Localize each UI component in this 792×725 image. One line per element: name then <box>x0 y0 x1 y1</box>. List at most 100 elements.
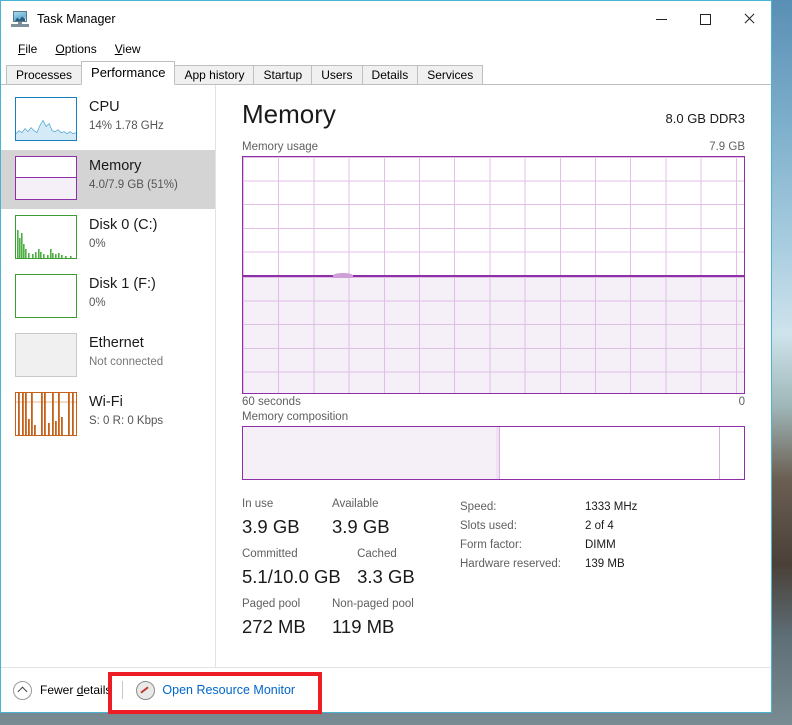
stat-in-use-label: In use <box>242 498 274 510</box>
sidebar-item-memory-sub: 4.0/7.9 GB (51%) <box>89 179 178 191</box>
title-bar: Task Manager <box>1 1 771 37</box>
minimize-icon <box>655 18 667 20</box>
memory-composition-bar[interactable] <box>242 426 745 480</box>
tab-startup[interactable]: Startup <box>253 65 313 84</box>
stat-row-committed-cached: Committed 5.1/10.0 GB Cached 3.3 GB <box>242 546 442 596</box>
stat-committed-value: 5.1/10.0 GB <box>242 566 341 587</box>
stat-row-inuse-available: In use 3.9 GB Available 3.9 GB <box>242 496 442 546</box>
chevron-up-icon[interactable] <box>13 680 32 700</box>
sidebar-item-cpu[interactable]: CPU 14% 1.78 GHz <box>1 91 215 150</box>
axis-label-left: 60 seconds <box>242 396 301 408</box>
window-title: Task Manager <box>37 12 116 26</box>
resource-sidebar: CPU 14% 1.78 GHz Memory 4.0/7.9 GB (51%) <box>1 85 216 667</box>
memory-stats: In use 3.9 GB Available 3.9 GB Committed… <box>242 496 745 646</box>
memory-hardware-info: Speed: 1333 MHz Slots used: 2 of 4 Form … <box>460 496 637 646</box>
sidebar-item-disk1[interactable]: Disk 1 (F:) 0% <box>1 268 215 327</box>
axis-label-right: 0 <box>738 396 745 408</box>
memory-detail-pane: Memory 8.0 GB DDR3 Memory usage 7.9 GB 6… <box>216 85 771 667</box>
stat-available-value: 3.9 GB <box>332 516 390 537</box>
sidebar-item-wifi[interactable]: Wi-Fi S: 0 R: 0 Kbps <box>1 386 215 445</box>
stat-committed: Committed 5.1/10.0 GB <box>242 546 357 596</box>
stat-available-label: Available <box>332 498 379 510</box>
sidebar-item-wifi-text: Wi-Fi S: 0 R: 0 Kbps <box>89 392 163 429</box>
memory-composition-label: Memory composition <box>242 411 349 423</box>
tab-processes[interactable]: Processes <box>6 65 83 84</box>
info-form-factor-label: Form factor: <box>460 539 522 551</box>
fewer-details-button[interactable]: Fewer details <box>40 683 111 697</box>
info-hardware-reserved-value: 139 MB <box>585 558 625 570</box>
stat-paged-pool-label: Paged pool <box>242 598 301 610</box>
sidebar-item-memory[interactable]: Memory 4.0/7.9 GB (51%) <box>1 150 215 209</box>
info-row-hardware-reserved: Hardware reserved: 139 MB <box>460 555 637 574</box>
sidebar-item-ethernet-title: Ethernet <box>89 335 144 351</box>
info-speed-label: Speed: <box>460 501 497 513</box>
disk0-sparkline-icon <box>15 215 77 259</box>
tab-services[interactable]: Services <box>417 65 484 84</box>
info-slots-label: Slots used: <box>460 520 517 532</box>
page-title: Memory <box>242 99 336 129</box>
composition-segment-free <box>719 427 744 479</box>
sidebar-item-ethernet-text: Ethernet Not connected <box>89 333 163 370</box>
cpu-sparkline-icon <box>15 97 77 141</box>
stat-committed-label: Committed <box>242 548 298 560</box>
stat-non-paged-pool: Non-paged pool 119 MB <box>332 596 422 646</box>
memory-header: Memory 8.0 GB DDR3 <box>242 97 745 131</box>
resource-monitor-icon <box>136 680 156 700</box>
memory-usage-area <box>243 273 744 393</box>
stat-cached-value: 3.3 GB <box>357 566 415 587</box>
sidebar-item-disk1-title: Disk 1 (F:) <box>89 276 156 292</box>
memory-stats-left: In use 3.9 GB Available 3.9 GB Committed… <box>242 496 442 646</box>
tab-app-history[interactable]: App history <box>174 65 255 84</box>
menu-item-file[interactable]: File <box>9 40 46 58</box>
sidebar-item-disk0-title: Disk 0 (C:) <box>89 217 158 233</box>
info-slots-value: 2 of 4 <box>585 520 614 532</box>
info-form-factor-value: DIMM <box>585 539 616 551</box>
sidebar-item-disk0[interactable]: Disk 0 (C:) 0% <box>1 209 215 268</box>
sidebar-item-disk1-sub: 0% <box>89 297 106 309</box>
memory-usage-max: 7.9 GB <box>709 141 745 153</box>
close-icon <box>743 13 755 25</box>
minimize-button[interactable] <box>639 1 683 37</box>
close-button[interactable] <box>727 1 771 37</box>
stat-non-paged-pool-value: 119 MB <box>332 616 395 637</box>
window-controls <box>639 1 771 37</box>
sidebar-item-memory-text: Memory 4.0/7.9 GB (51%) <box>89 156 178 193</box>
hardware-summary: 8.0 GB DDR3 <box>665 111 745 126</box>
taskmanager-monitor-icon <box>11 10 29 28</box>
tab-details[interactable]: Details <box>361 65 419 84</box>
graph-axis-labels: 60 seconds 0 <box>242 396 745 408</box>
menu-item-options[interactable]: Options <box>46 40 105 58</box>
tab-users[interactable]: Users <box>311 65 363 84</box>
wifi-sparkline-icon <box>15 392 77 436</box>
memory-usage-graph <box>242 156 745 394</box>
stat-paged-pool-value: 272 MB <box>242 616 306 637</box>
sidebar-item-disk0-sub: 0% <box>89 238 106 250</box>
sidebar-item-cpu-sub: 14% 1.78 GHz <box>89 120 164 132</box>
sidebar-item-ethernet-sub: Not connected <box>89 356 164 368</box>
composition-segment-standby <box>499 427 720 479</box>
disk1-sparkline-icon <box>15 274 77 318</box>
stat-in-use: In use 3.9 GB <box>242 496 332 546</box>
memory-thumbnail-icon <box>15 156 77 200</box>
sidebar-item-wifi-sub: S: 0 R: 0 Kbps <box>89 415 164 427</box>
menu-item-view[interactable]: View <box>106 40 150 58</box>
info-speed-value: 1333 MHz <box>585 501 638 513</box>
sidebar-item-ethernet[interactable]: Ethernet Not connected <box>1 327 215 386</box>
tab-performance[interactable]: Performance <box>81 61 176 85</box>
maximize-icon <box>699 13 711 25</box>
stat-available: Available 3.9 GB <box>332 496 422 546</box>
info-hardware-reserved-label: Hardware reserved: <box>460 558 561 570</box>
sidebar-item-disk1-text: Disk 1 (F:) 0% <box>89 274 156 311</box>
footer-bar: Fewer details Open Resource Monitor <box>1 667 771 712</box>
stat-in-use-value: 3.9 GB <box>242 516 300 537</box>
task-manager-window: Task Manager File Options View Processes… <box>0 0 772 713</box>
open-resource-monitor-link[interactable]: Open Resource Monitor <box>162 683 295 697</box>
maximize-button[interactable] <box>683 1 727 37</box>
sidebar-item-cpu-title: CPU <box>89 99 120 115</box>
sidebar-item-cpu-text: CPU 14% 1.78 GHz <box>89 97 164 134</box>
sidebar-item-memory-title: Memory <box>89 158 142 174</box>
tab-strip: Processes Performance App history Startu… <box>1 61 771 85</box>
stat-row-pools: Paged pool 272 MB Non-paged pool 119 MB <box>242 596 442 646</box>
sidebar-item-disk0-text: Disk 0 (C:) 0% <box>89 215 157 252</box>
sidebar-item-wifi-title: Wi-Fi <box>89 394 123 410</box>
